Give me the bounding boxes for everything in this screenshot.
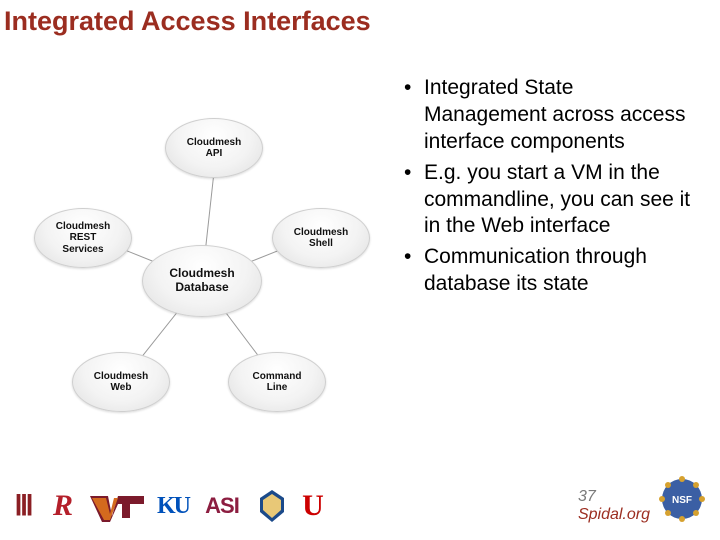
node-cli: CommandLine [228,352,326,412]
node-shell-label: CloudmeshShell [288,225,354,252]
bullet-item: E.g. you start a VM in the commandline, … [400,160,700,241]
bullet-text: Integrated State Management across acces… [424,76,685,153]
logo-rutgers: R [48,488,78,524]
page-number: 37 [578,488,650,506]
logo-asu: ASI [200,488,244,524]
node-database: CloudmeshDatabase [142,245,262,317]
node-shell: CloudmeshShell [272,208,370,268]
logo-vt [88,488,146,524]
node-database-label: CloudmeshDatabase [163,265,240,297]
bullet-text: Communication through database its state [424,245,647,295]
logo-strip: Ⅲ R KU ASI U [10,488,336,524]
logo-ku: KU [156,488,190,524]
node-rest-label: CloudmeshRESTServices [50,219,116,258]
node-cli-label: CommandLine [247,369,308,396]
bullet-list: Integrated State Management across acces… [400,75,700,302]
logo-emory [254,488,290,524]
node-rest: CloudmeshRESTServices [34,208,132,268]
diagram: CloudmeshAPI CloudmeshRESTServices Cloud… [10,100,372,410]
node-web: CloudmeshWeb [72,352,170,412]
node-api-label: CloudmeshAPI [181,135,247,162]
svg-text:NSF: NSF [672,495,692,506]
org-name: Spidal.org [578,506,650,524]
bullet-item: Integrated State Management across acces… [400,75,700,156]
node-web-label: CloudmeshWeb [88,369,154,396]
slide: Integrated Access Interfaces CloudmeshAP… [0,0,720,540]
page-info: 37 Spidal.org [578,488,650,524]
bullet-item: Communication through database its state [400,244,700,298]
logo-iu: Ⅲ [10,488,38,524]
logo-nsf: NSF [658,475,706,528]
node-api: CloudmeshAPI [165,118,263,178]
logo-utah: U [300,488,326,524]
bullet-text: E.g. you start a VM in the commandline, … [424,161,690,238]
slide-title: Integrated Access Interfaces [4,6,371,37]
